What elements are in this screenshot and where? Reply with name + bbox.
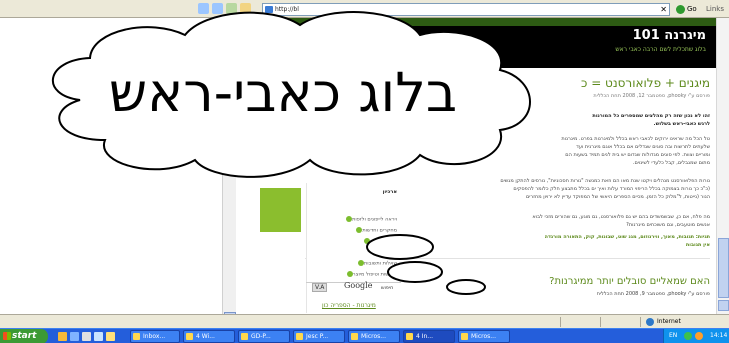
sidebar-item-label: ויראה לייפוגים ולזפות — [352, 216, 397, 223]
start-label: start — [12, 331, 37, 341]
sidebar-item-label: מיגרני פקרה — [370, 238, 397, 245]
go-arrow-icon — [676, 5, 685, 14]
site-subtitle: בלוג שתכלית לשם הרבה כאבי ראש — [615, 46, 706, 53]
go-label: Go — [687, 5, 697, 13]
quicklaunch-ie-icon[interactable] — [70, 332, 79, 341]
quicklaunch-app-icon[interactable] — [106, 332, 115, 341]
globe-icon — [646, 318, 654, 326]
status-divider — [640, 317, 641, 327]
task-label: 4 In... — [416, 333, 434, 340]
post-paragraph: (כ"כ כך נורות בצמוקה בכלל הריפוי המורד ע… — [513, 186, 710, 192]
quicklaunch-app-icon[interactable] — [94, 332, 103, 341]
back-icon[interactable] — [198, 3, 209, 14]
sidebar-item-label: מיגרניום — [379, 249, 397, 256]
task-label: Inbox... — [143, 333, 166, 340]
task-label: Micros... — [471, 333, 496, 340]
close-icon[interactable]: ✕ — [660, 4, 667, 15]
search-label: חיפוש — [381, 285, 394, 291]
links-button[interactable]: Links — [706, 3, 724, 16]
task-icon — [461, 333, 468, 340]
task-icon — [351, 333, 358, 340]
page-scrollbar[interactable] — [716, 18, 729, 314]
post-lead-2: לרגש כאבי-ראש בשלוש. — [653, 121, 710, 127]
post-tags[interactable]: תגיות: תגובות, מאוך, ווירנוזום, מגנ שוט,… — [545, 234, 710, 241]
post-paragraph: ומוריים וצוות. לפי סוגים מגדולות שגדום י… — [565, 152, 710, 158]
post-meta: פורסם ע"י phooky, ספטמבר 12, 2008 תחת הכ… — [593, 93, 710, 99]
header-strip — [236, 18, 716, 26]
post-lead: זהו לא נכון שזה רק מהלצים שמספרים כל המו… — [592, 113, 710, 119]
post-title-2[interactable]: האם שמאליים סובלים יותר ממיגרנות? — [549, 276, 710, 288]
task-button[interactable]: Jesc P... — [293, 330, 345, 343]
google-logo: Google — [344, 281, 373, 290]
network-icon[interactable] — [684, 332, 692, 340]
sidebar-item[interactable]: מחקרים וחדשות — [354, 227, 397, 234]
address-bar[interactable]: http://bl ✕ — [262, 3, 670, 16]
task-button[interactable]: Inbox... — [130, 330, 180, 343]
comments-link[interactable]: אין תגובות — [686, 242, 710, 249]
task-icon — [296, 333, 303, 340]
post-paragraph: נורות הפלואורסנט מנהלים ויקטו שנת מאו הם… — [500, 178, 710, 184]
sidebar-item[interactable]: מיגרניום — [372, 249, 397, 256]
security-zone: Internet — [646, 318, 681, 326]
post-paragraph: אנשים מוטעבים, וגם משוכחים מיגרנות? — [626, 222, 710, 228]
sidebar-item[interactable]: הרגשות וטיפול מיוצר — [345, 271, 397, 278]
start-button[interactable]: start — [0, 329, 48, 343]
go-button[interactable]: Go — [676, 3, 697, 16]
post-paragraph: מה פלח, אם כן, שבשמשדים בהם יש גם פלואור… — [532, 214, 710, 220]
post-paragraph: טל הכל מה שראינו ירוקים לכאבי ראש בכלל ו… — [561, 136, 710, 142]
clock: 14:14 — [710, 332, 728, 339]
refresh-icon[interactable] — [226, 3, 237, 14]
quicklaunch-desktop-icon[interactable] — [82, 332, 91, 341]
sidebar-heading: ארכיון — [382, 189, 397, 195]
windows-logo-icon — [3, 332, 11, 340]
task-icon — [406, 333, 413, 340]
task-label: Jesc P... — [306, 333, 329, 340]
sidebar-bottom-link[interactable]: מיגרנות - הספריה כון — [322, 302, 376, 309]
post-paragraph: הנור (נייטות, ל"מלוק כל הזמן. מכיים הספר… — [525, 194, 710, 200]
status-divider — [560, 317, 561, 327]
forward-icon[interactable] — [212, 3, 223, 14]
sidebar-item[interactable]: ויראה לייפוגים ולזפות — [344, 216, 397, 223]
task-button[interactable]: 4 Wi... — [183, 330, 235, 343]
task-label: Micros... — [361, 333, 386, 340]
sidebar-item[interactable]: מיגרני פקרה — [362, 238, 397, 245]
language-indicator[interactable]: EN — [669, 332, 677, 339]
system-tray: EN 14:14 — [663, 329, 729, 343]
post-title[interactable]: מיגנים + פלואורסנט = כ — [581, 76, 710, 90]
task-label: GD-P... — [251, 333, 271, 340]
status-bar: Internet — [0, 314, 729, 328]
sidebar-item-label: מחקרים וחדשות — [362, 227, 397, 234]
tray-app-icon[interactable] — [695, 332, 703, 340]
quicklaunch-folder-icon[interactable] — [58, 332, 67, 341]
post-meta-2: פורסם ע"י phooky, ספטמבר 9, 2008 תחת הכל… — [596, 291, 710, 297]
search-button[interactable]: V.A — [312, 283, 328, 292]
task-icon — [133, 333, 140, 340]
browser-toolbar: http://bl ✕ Go Links — [0, 0, 729, 18]
zone-label: Internet — [657, 318, 681, 325]
task-button[interactable]: Micros... — [458, 330, 510, 343]
task-icon — [241, 333, 248, 340]
callout-text: בלוג כאבי-ראש — [108, 61, 458, 124]
site-title[interactable]: מיגרנה 101 — [633, 28, 706, 43]
scrollbar-thumb[interactable] — [718, 238, 729, 298]
task-button[interactable]: GD-P... — [238, 330, 290, 343]
sidebar-item[interactable]: שאלות ותשובות — [356, 260, 397, 267]
sidebar-item-label: שאלות ותשובות — [363, 260, 397, 267]
taskbar: start Inbox... 4 Wi... GD-P... Jesc P...… — [0, 328, 729, 343]
status-divider — [600, 317, 601, 327]
page-icon — [265, 6, 273, 13]
task-button[interactable]: Micros... — [348, 330, 400, 343]
task-icon — [186, 333, 193, 340]
address-url: http://bl — [275, 6, 299, 13]
scroll-down-icon[interactable] — [718, 300, 729, 311]
task-button[interactable]: 4 In... — [403, 330, 455, 343]
sidebar-item-label: הרגשות וטיפול מיוצר — [352, 271, 397, 278]
post-paragraph: מתום שמגבלים, קבל כלעדי לשינוים. — [632, 160, 710, 166]
post-paragraph: שלעתים לתרשות ובה סוגים שגדלים אם בכלל א… — [576, 144, 710, 150]
home-icon[interactable] — [240, 3, 251, 14]
sidebar: ארכיון ויראה לייפוגים ולזפות מחקרים וחדש… — [306, 183, 401, 313]
task-label: 4 Wi... — [196, 333, 215, 340]
